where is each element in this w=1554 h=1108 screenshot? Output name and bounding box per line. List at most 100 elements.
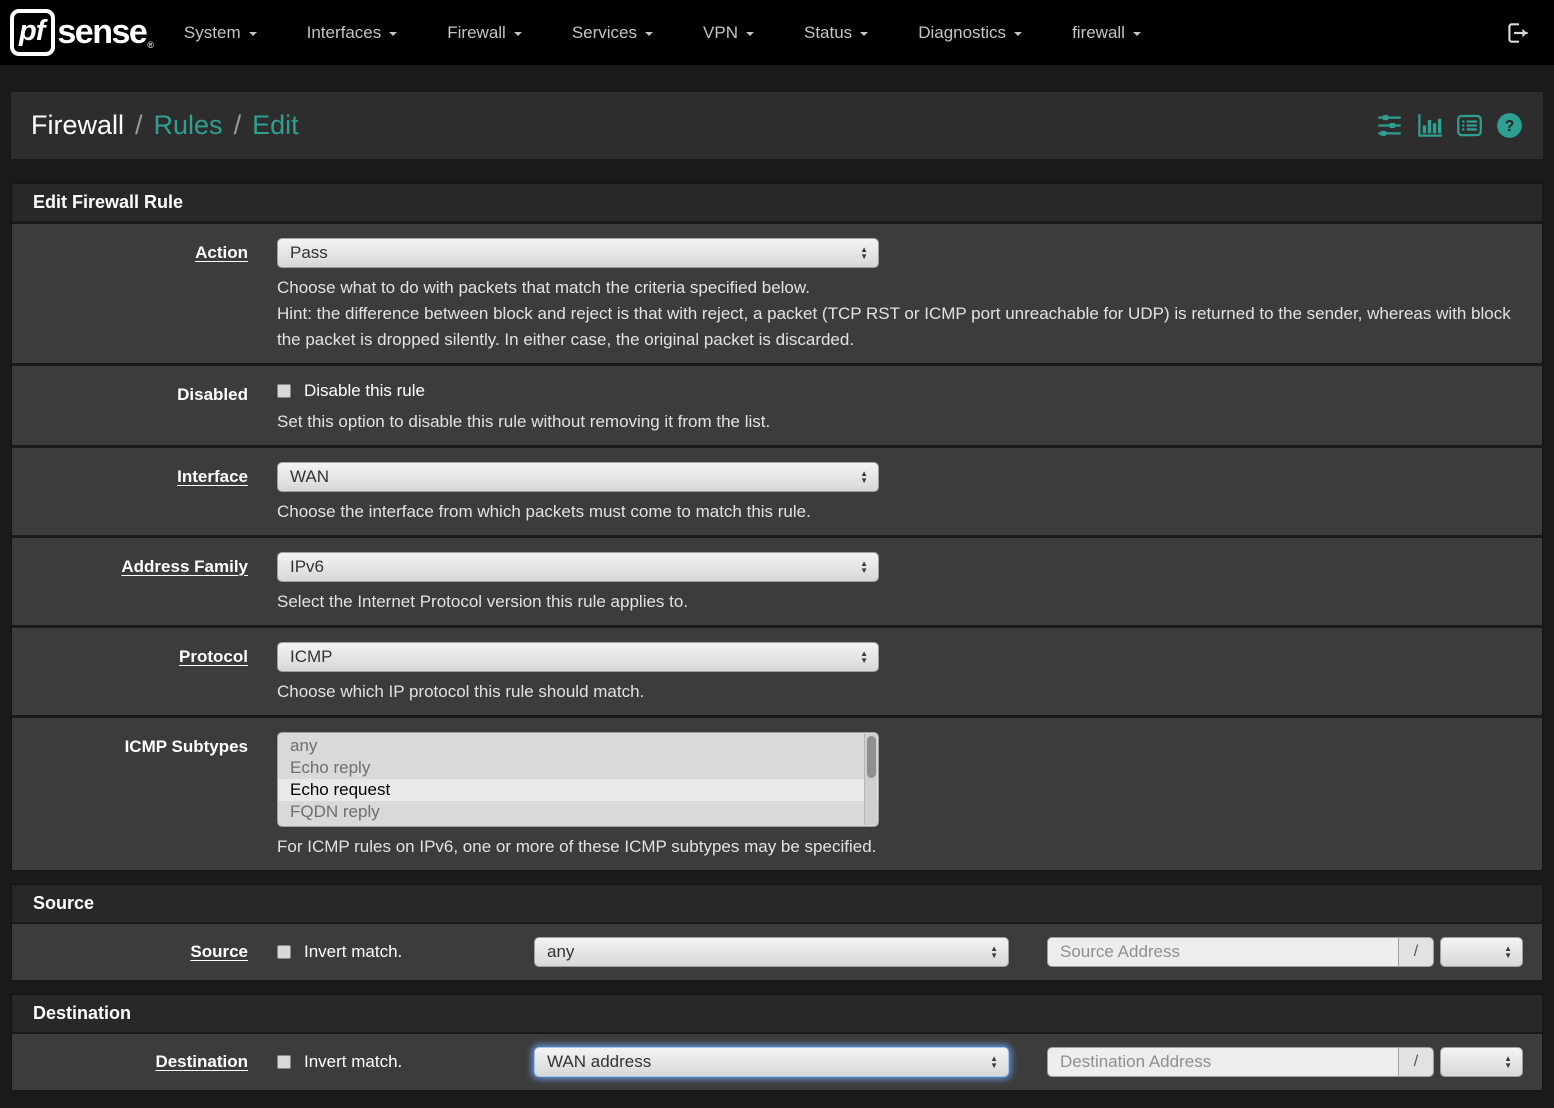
select-caret-icon: ▲▼ — [860, 246, 868, 260]
breadcrumb-link-rules[interactable]: Rules — [154, 110, 223, 141]
interface-row: Interface WAN ▲▼ Choose the interface fr… — [12, 445, 1542, 535]
address-family-select-value: IPv6 — [290, 557, 860, 577]
protocol-label: Protocol — [179, 647, 248, 666]
menu-item-label: Diagnostics — [918, 23, 1006, 43]
address-family-help-text: Select the Internet Protocol version thi… — [277, 589, 1527, 615]
disabled-help-text: Set this option to disable this rule wit… — [277, 409, 1527, 435]
destination-address-input[interactable] — [1047, 1047, 1398, 1077]
sign-out-icon — [1504, 20, 1530, 46]
menu-item-label: Status — [804, 23, 852, 43]
action-select-value: Pass — [290, 243, 860, 263]
menu-item-label: firewall — [1072, 23, 1125, 43]
interface-select-value: WAN — [290, 467, 860, 487]
chevron-down-icon — [1133, 32, 1141, 36]
logout-button[interactable] — [1504, 20, 1530, 46]
chevron-down-icon — [514, 32, 522, 36]
list-icon[interactable] — [1456, 112, 1483, 139]
chevron-down-icon — [389, 32, 397, 36]
menu-item-label: Firewall — [447, 23, 506, 43]
destination-label: Destination — [155, 1052, 248, 1071]
scrollbar-thumb[interactable] — [867, 736, 876, 778]
chevron-down-icon — [1014, 32, 1022, 36]
breadcrumb-separator: / — [234, 110, 242, 141]
pfsense-logo[interactable]: pf sense ® — [10, 9, 154, 56]
source-mask-select[interactable]: ▲▼ — [1440, 937, 1523, 967]
address-family-select[interactable]: IPv6 ▲▼ — [277, 552, 879, 582]
menu-item-interfaces[interactable]: Interfaces — [307, 23, 398, 43]
menu-item-system[interactable]: System — [184, 23, 257, 43]
interface-help-text: Choose the interface from which packets … — [277, 499, 1527, 525]
protocol-select-value: ICMP — [290, 647, 860, 667]
chevron-down-icon — [746, 32, 754, 36]
action-hint-text: Hint: the difference between block and r… — [277, 301, 1527, 353]
menu-item-firewall[interactable]: Firewall — [447, 23, 522, 43]
menu-item-label: System — [184, 23, 241, 43]
main-menu: System Interfaces Firewall Services VPN … — [184, 23, 1141, 43]
source-row: Source Invert match. any ▲▼ / ▲▼ — [12, 922, 1542, 980]
address-family-row: Address Family IPv6 ▲▼ Select the Intern… — [12, 535, 1542, 625]
select-caret-icon: ▲▼ — [860, 650, 868, 664]
protocol-row: Protocol ICMP ▲▼ Choose which IP protoco… — [12, 625, 1542, 715]
svg-text:?: ? — [1505, 118, 1515, 135]
action-label: Action — [195, 243, 248, 262]
select-caret-icon: ▲▼ — [860, 470, 868, 484]
protocol-help-text: Choose which IP protocol this rule shoul… — [277, 679, 1527, 705]
menu-item-label: Interfaces — [307, 23, 382, 43]
disabled-row: Disabled Disable this rule Set this opti… — [12, 363, 1542, 445]
menu-item-status[interactable]: Status — [804, 23, 868, 43]
source-type-select-value: any — [547, 942, 990, 962]
protocol-select[interactable]: ICMP ▲▼ — [277, 642, 879, 672]
destination-row: Destination Invert match. WAN address ▲▼… — [12, 1032, 1542, 1090]
disable-rule-checkbox[interactable] — [277, 384, 291, 398]
destination-address-group: / ▲▼ — [1047, 1047, 1523, 1077]
source-label: Source — [190, 942, 248, 961]
top-navbar: pf sense ® System Interfaces Firewall Se… — [0, 0, 1554, 65]
listbox-scrollbar[interactable] — [864, 734, 877, 825]
source-invert-checkbox[interactable] — [277, 945, 291, 959]
select-caret-icon: ▲▼ — [990, 1055, 998, 1069]
destination-invert-checkbox[interactable] — [277, 1055, 291, 1069]
destination-type-select-value: WAN address — [547, 1052, 990, 1072]
source-type-select[interactable]: any ▲▼ — [534, 937, 1009, 967]
edit-firewall-rule-panel: Edit Firewall Rule Action Pass ▲▼ Choose… — [11, 183, 1543, 871]
destination-type-select[interactable]: WAN address ▲▼ — [534, 1047, 1009, 1077]
interface-select[interactable]: WAN ▲▼ — [277, 462, 879, 492]
breadcrumb-section: Firewall — [31, 110, 124, 141]
action-select[interactable]: Pass ▲▼ — [277, 238, 879, 268]
disabled-label: Disabled — [177, 385, 248, 404]
chevron-down-icon — [860, 32, 868, 36]
icmp-subtypes-label: ICMP Subtypes — [125, 737, 248, 756]
chevron-down-icon — [645, 32, 653, 36]
icmp-subtype-option-fqdn-reply[interactable]: FQDN reply — [278, 801, 878, 823]
help-icon[interactable]: ? — [1496, 112, 1523, 139]
pf-logo-box: pf — [10, 9, 55, 56]
breadcrumb-bar: Firewall / Rules / Edit — [11, 92, 1543, 159]
page-action-icons: ? — [1376, 112, 1523, 139]
icmp-subtype-option-any[interactable]: any — [278, 735, 878, 757]
source-address-input[interactable] — [1047, 937, 1398, 967]
icmp-subtypes-listbox[interactable]: any Echo reply Echo request FQDN reply — [277, 732, 879, 827]
destination-panel: Destination Destination Invert match. WA… — [11, 994, 1543, 1091]
brand-text: sense — [57, 13, 146, 52]
menu-item-vpn[interactable]: VPN — [703, 23, 754, 43]
action-row: Action Pass ▲▼ Choose what to do with pa… — [12, 221, 1542, 363]
menu-item-label: Services — [572, 23, 637, 43]
breadcrumb-link-edit[interactable]: Edit — [252, 110, 299, 141]
menu-item-services[interactable]: Services — [572, 23, 653, 43]
select-caret-icon: ▲▼ — [1504, 1055, 1512, 1069]
source-mask-separator: / — [1398, 937, 1434, 967]
source-address-group: / ▲▼ — [1047, 937, 1523, 967]
panel-title: Edit Firewall Rule — [12, 184, 1542, 221]
sliders-icon[interactable] — [1376, 112, 1403, 139]
bar-chart-icon[interactable] — [1416, 112, 1443, 139]
breadcrumb: Firewall / Rules / Edit — [31, 110, 299, 141]
icmp-subtype-option-echo-reply[interactable]: Echo reply — [278, 757, 878, 779]
icmp-subtypes-row: ICMP Subtypes any Echo reply Echo reques… — [12, 715, 1542, 870]
menu-item-hostname[interactable]: firewall — [1072, 23, 1141, 43]
menu-item-diagnostics[interactable]: Diagnostics — [918, 23, 1022, 43]
icmp-subtypes-help-text: For ICMP rules on IPv6, one or more of t… — [277, 834, 1527, 860]
destination-invert-label: Invert match. — [304, 1052, 402, 1072]
disable-rule-checkbox-label: Disable this rule — [304, 381, 425, 401]
destination-mask-select[interactable]: ▲▼ — [1440, 1047, 1523, 1077]
icmp-subtype-option-echo-request[interactable]: Echo request — [278, 779, 878, 801]
